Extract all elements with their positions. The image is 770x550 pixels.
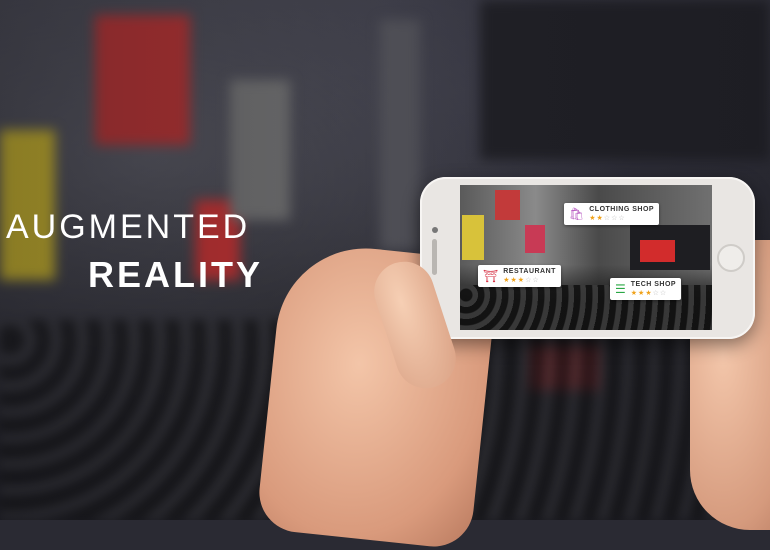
headline-line2: REALITY [88,254,264,295]
star-rating: ★★★☆☆ [630,290,668,297]
camera-icon [432,227,438,233]
speaker-grille [432,239,437,275]
star-rating: ★★☆☆☆ [589,215,626,222]
ar-tag-label: TECH SHOP [630,281,677,288]
ar-tag-label: CLOTHING SHOP [589,206,655,213]
ar-tag-tech-shop[interactable]: ☰ TECH SHOP ★★★☆☆ [610,278,682,300]
shopping-bag-icon: 🛍 [569,207,585,221]
star-rating: ★★★☆☆ [503,277,540,284]
smartphone: 🛍 CLOTHING SHOP ★★☆☆☆ ⛩ RESTAURANT ★★★☆☆… [420,177,755,339]
phone-screen: 🛍 CLOTHING SHOP ★★☆☆☆ ⛩ RESTAURANT ★★★☆☆… [460,185,712,330]
ar-tag-label: RESTAURANT [503,268,556,275]
headline-line1: AUGMENTED [6,208,251,246]
torii-gate-icon: ⛩ [483,269,499,283]
ar-tag-restaurant[interactable]: ⛩ RESTAURANT ★★★☆☆ [478,265,561,287]
home-button[interactable] [717,244,745,272]
stack-icon: ☰ [615,282,626,296]
ar-tag-clothing-shop[interactable]: 🛍 CLOTHING SHOP ★★☆☆☆ [564,203,660,225]
